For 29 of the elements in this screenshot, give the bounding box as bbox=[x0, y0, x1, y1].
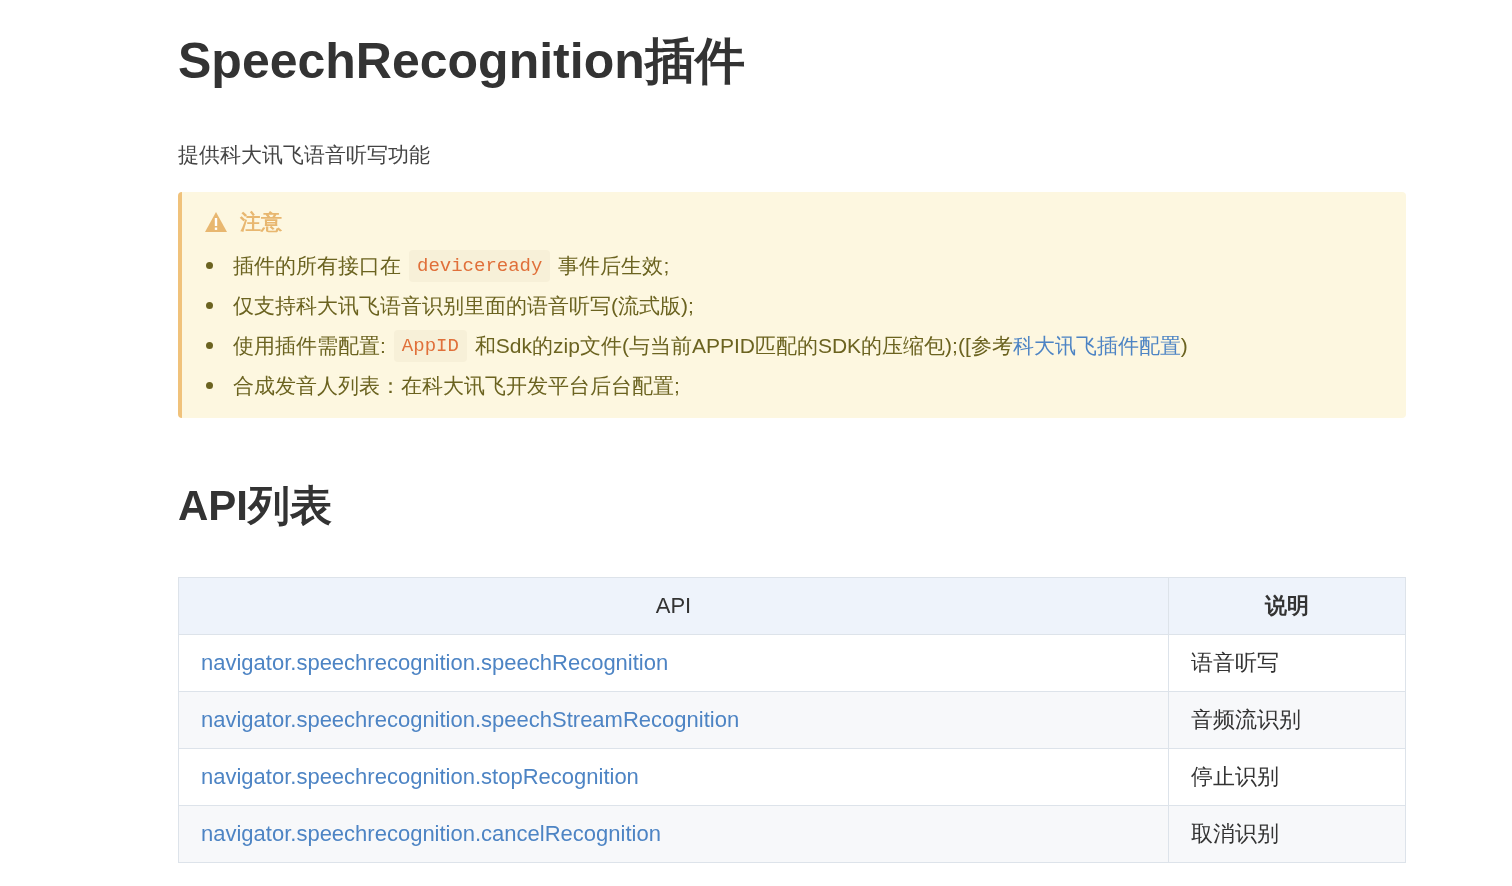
api-link[interactable]: navigator.speechrecognition.stopRecognition bbox=[201, 764, 639, 789]
notice-text: 和Sdk的zip文件(与当前APPID匹配的SDK的压缩包);([参考 bbox=[474, 333, 1013, 359]
table-cell: 语音听写 bbox=[1168, 634, 1406, 691]
bullet-icon bbox=[206, 302, 213, 310]
bullet-icon bbox=[206, 262, 213, 270]
section-heading: API列表 bbox=[178, 480, 333, 531]
api-link[interactable]: navigator.speechrecognition.speechStreamRecognition bbox=[201, 707, 740, 732]
api-link[interactable]: navigator.speechrecognition.speechRecognition bbox=[201, 650, 669, 675]
notice-text: ) bbox=[1180, 333, 1188, 359]
config-link[interactable]: 科大讯飞插件配置 bbox=[1012, 330, 1181, 362]
description: 提供科大讯飞语音听写功能 bbox=[178, 141, 431, 168]
inline-code: deviceready bbox=[409, 249, 551, 282]
notice-text: 仅支持科大讯飞语音识别里面的语音听写(流式版); bbox=[233, 293, 694, 319]
column-header: 说明 bbox=[1168, 577, 1406, 634]
notice-text: 合成发音人列表：在科大讯飞开发平台后台配置; bbox=[233, 373, 680, 399]
inline-code: AppID bbox=[393, 329, 467, 362]
notice-text: 事件后生效; bbox=[558, 253, 670, 279]
warning-icon bbox=[204, 210, 228, 233]
page-title: SpeechRecognition插件 bbox=[178, 32, 746, 91]
column-header: API bbox=[178, 577, 1169, 634]
api-link[interactable]: navigator.speechrecognition.cancelRecognition bbox=[201, 821, 661, 846]
bullet-icon bbox=[206, 342, 213, 350]
notice-text: 使用插件需配置: bbox=[233, 333, 386, 359]
table-cell: 停止识别 bbox=[1168, 748, 1406, 805]
bullet-icon bbox=[206, 382, 213, 390]
table-cell: 取消识别 bbox=[1168, 805, 1406, 862]
notice-text: 插件的所有接口在 bbox=[233, 253, 401, 279]
notice-title: 注意 bbox=[240, 209, 282, 235]
table-cell: 音频流识别 bbox=[1168, 691, 1406, 748]
